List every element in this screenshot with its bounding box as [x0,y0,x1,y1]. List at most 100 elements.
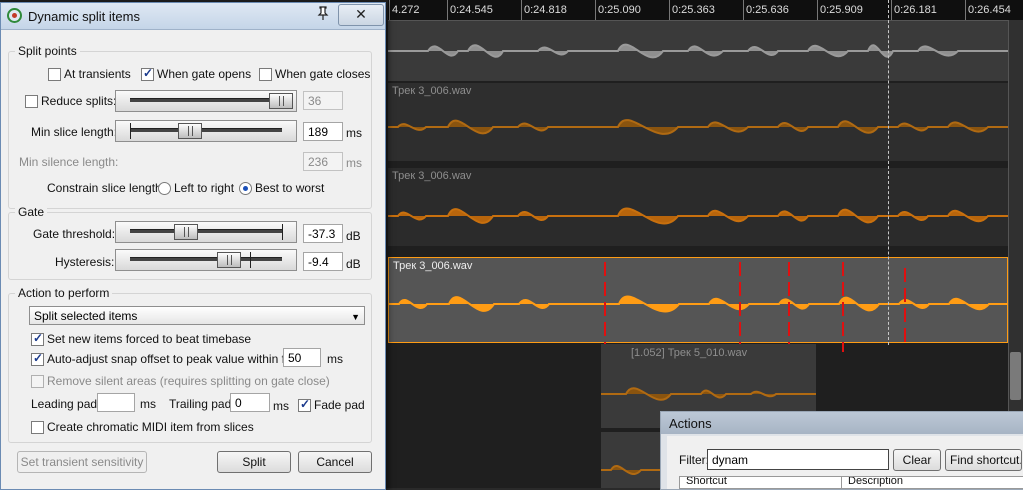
trailing-pad-label: Trailing pad: [169,397,235,411]
slider-thumb[interactable] [178,123,202,139]
gate-threshold-label: Gate threshold: [33,227,116,241]
slider-track [130,128,282,132]
waveform [388,43,1008,59]
hysteresis-slider[interactable] [115,249,297,271]
reduce-splits-checkbox[interactable] [25,95,38,108]
gate-threshold-value[interactable]: -37.3 [303,224,343,243]
slider-tick [250,252,251,268]
media-item-track-6[interactable] [601,432,661,488]
chevron-down-icon: ▼ [351,312,360,322]
min-slice-length-value[interactable]: 189 [303,122,343,141]
left-to-right-label: Left to right [174,181,235,195]
trailing-pad-unit: ms [273,399,289,413]
create-midi-checkbox[interactable] [31,421,44,434]
filter-input[interactable]: dynam [707,449,889,470]
reduce-splits-label: Reduce splits: [41,94,117,108]
split-marker [739,262,741,347]
ruler-tick: 0:25.363 [669,0,715,20]
media-item-track-3[interactable]: Трек 3_006.wav [388,168,1008,246]
when-gate-closes-checkbox[interactable] [259,68,272,81]
fade-pad-checkbox[interactable] [298,397,311,412]
column-divider [841,477,842,488]
ruler-tick: 0:24.818 [521,0,567,20]
min-silence-length-label: Min silence length: [19,155,119,169]
slider-tick [282,224,283,240]
slider-thumb[interactable] [174,224,198,240]
slider-thumb[interactable] [269,93,293,109]
when-gate-opens-checkbox[interactable] [141,66,154,81]
snap-window-value[interactable]: 50 [283,348,321,367]
reduce-splits-value[interactable]: 36 [303,91,343,110]
actions-content: Filter: dynam Clear Find shortcut... Sho… [667,436,1023,489]
min-silence-length-value[interactable]: 236 [303,152,343,171]
column-header-shortcut[interactable]: Shortcut [686,477,727,487]
force-beat-timebase-label: Set new items forced to beat timebase [47,332,252,346]
pin-icon[interactable] [311,6,335,25]
media-item-selected[interactable]: Трек 3_006.wav [388,257,1008,343]
slider-thumb[interactable] [217,252,241,268]
leading-pad-label: Leading pad: [31,397,101,411]
auto-adjust-snap-label: Auto-adjust snap offset to peak value wi… [47,352,305,366]
trailing-pad-input[interactable]: 0 [230,393,270,412]
slider-track [130,257,282,261]
best-to-worst-label: Best to worst [255,181,325,195]
ruler-tick: 0:24.545 [447,0,493,20]
constrain-slice-length-label: Constrain slice length: [47,181,166,195]
set-transient-sensitivity-button[interactable]: Set transient sensitivity [17,451,147,473]
dialog-title: Dynamic split items [28,9,140,24]
waveform [388,207,1008,225]
ruler-tick: 0:25.636 [743,0,789,20]
hysteresis-value[interactable]: -9.4 [303,252,343,271]
split-marker [904,268,906,348]
reduce-splits-slider[interactable] [115,90,297,112]
hysteresis-unit: dB [346,257,361,271]
media-item-track-2[interactable]: Трек 3_006.wav [388,83,1008,161]
actions-title: Actions [669,416,712,431]
find-shortcut-button[interactable]: Find shortcut... [945,449,1022,471]
gate-threshold-unit: dB [346,229,361,243]
waveform [388,119,1008,135]
action-select[interactable]: Split selected items ▼ [29,306,365,325]
remove-silent-checkbox[interactable] [31,375,44,388]
column-header-description[interactable]: Description [848,477,903,487]
split-marker [842,262,844,352]
create-midi-label: Create chromatic MIDI item from slices [47,420,254,434]
scrollbar-thumb[interactable] [1010,352,1021,400]
force-beat-timebase-checkbox[interactable] [31,331,44,346]
filter-label: Filter: [679,453,709,467]
ruler-tick: 0:26.181 [891,0,937,20]
group-title: Gate [15,205,48,219]
leading-pad-input[interactable] [97,393,135,412]
ruler-tick: 0:25.090 [595,0,641,20]
split-button[interactable]: Split [217,451,291,473]
auto-adjust-snap-checkbox[interactable] [31,351,44,366]
clear-button[interactable]: Clear [893,449,941,471]
group-title: Action to perform [15,286,113,300]
timeline-ruler[interactable]: 4.272 0:24.545 0:24.818 0:25.090 0:25.36… [388,0,1023,21]
action-select-value: Split selected items [34,309,138,323]
at-transients-checkbox[interactable] [48,68,61,81]
ruler-tick: 0:25.909 [817,0,863,20]
split-marker [604,262,606,347]
when-gate-opens-label: When gate opens [157,67,252,81]
edit-cursor [888,0,889,345]
actions-window: Actions Filter: dynam Clear Find shortcu… [660,411,1023,490]
dialog-titlebar[interactable]: Dynamic split items ✕ [1,3,385,30]
reaper-app-icon [7,8,22,23]
leading-pad-unit: ms [140,397,156,411]
fade-pad-label: Fade pad [314,398,365,412]
close-button[interactable]: ✕ [338,4,384,26]
left-to-right-radio[interactable] [158,182,171,195]
min-slice-length-label: Min slice length: [31,125,118,139]
ruler-tick: 0:26.454 [965,0,1011,20]
actions-titlebar[interactable]: Actions [661,412,1023,434]
media-item-track-1[interactable] [388,21,1008,81]
waveform [601,465,661,476]
gate-threshold-slider[interactable] [115,221,297,243]
cancel-button[interactable]: Cancel [298,451,372,473]
min-slice-length-slider[interactable] [115,120,297,142]
slider-track [130,98,282,102]
when-gate-closes-label: When gate closes [275,67,371,81]
dynamic-split-dialog: Dynamic split items ✕ Split points At tr… [0,2,386,490]
best-to-worst-radio[interactable] [239,182,252,195]
